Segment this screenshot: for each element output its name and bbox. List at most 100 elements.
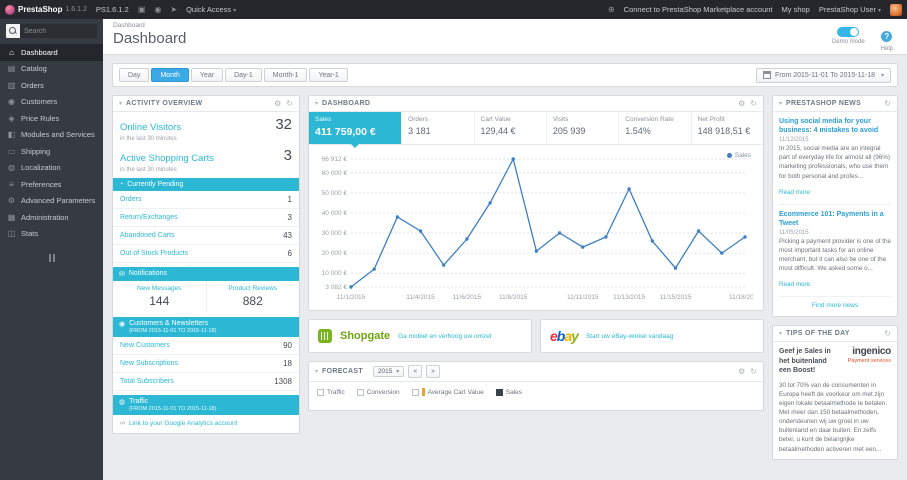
svg-text:11/13/2015: 11/13/2015 bbox=[613, 294, 645, 301]
sidebar-item-preferences[interactable]: ≡ Preferences bbox=[0, 176, 103, 193]
quick-access-menu[interactable]: Quick Access ▾ bbox=[186, 5, 236, 14]
sidebar-item-price-rules[interactable]: ◈ Price Rules bbox=[0, 110, 103, 127]
kpi-conversion-rate-tab[interactable]: Conversion Rate 1.54% bbox=[619, 112, 692, 144]
sidebar-item-customers[interactable]: ◉ Customers bbox=[0, 94, 103, 111]
prestashop-logo-icon bbox=[5, 4, 15, 15]
gear-icon[interactable]: ⚙ bbox=[738, 367, 745, 376]
date-range-picker[interactable]: From 2015-11-01 To 2015-11-18 ▾ bbox=[755, 67, 891, 83]
online-visitors-link[interactable]: Online Visitors bbox=[120, 122, 181, 133]
active-carts-link[interactable]: Active Shopping Carts bbox=[120, 153, 214, 164]
kpi-sales-tab[interactable]: Sales 411 759,00 € bbox=[309, 112, 403, 148]
user-avatar[interactable] bbox=[890, 3, 902, 16]
prestashop-logo[interactable]: PrestaShop 1.6.1.2 bbox=[5, 4, 87, 15]
sidebar-item-dashboard[interactable]: ⌂ Dashboard bbox=[0, 44, 103, 61]
pending-orders-row[interactable]: Orders 1 bbox=[113, 191, 299, 209]
breadcrumb[interactable]: Dashboard bbox=[113, 22, 897, 29]
customer-icon[interactable]: ◉ bbox=[154, 5, 161, 14]
kpi-cart-value-tab[interactable]: Cart Value 129,44 € bbox=[475, 112, 547, 144]
band-title: Traffic bbox=[129, 398, 149, 405]
stats-icon: ◫ bbox=[7, 229, 16, 239]
topbar-right: ⊕ Connect to PrestaShop Marketplace acco… bbox=[608, 3, 902, 16]
sidebar-item-shipping[interactable]: ▭ Shipping bbox=[0, 143, 103, 160]
product-reviews-cell[interactable]: Product Reviews 882 bbox=[207, 281, 300, 313]
legend-sales-checkbox[interactable]: Sales bbox=[495, 388, 522, 396]
sidebar-item-advanced-parameters[interactable]: ⚙ Advanced Parameters bbox=[0, 193, 103, 210]
news-article-title[interactable]: Ecommerce 101: Payments in a Tweet bbox=[779, 210, 891, 228]
search-input[interactable] bbox=[20, 24, 97, 38]
my-shop-link[interactable]: My shop bbox=[782, 5, 810, 14]
sidebar-item-label: Customers bbox=[21, 97, 58, 107]
kpi-visits-tab[interactable]: Visits 205 939 bbox=[547, 112, 620, 144]
read-more-link[interactable]: Read more bbox=[779, 189, 810, 196]
refresh-icon[interactable]: ↻ bbox=[286, 99, 293, 108]
shop-name-link[interactable]: PS1.6.1.2 bbox=[96, 5, 129, 14]
kpi-orders-tab[interactable]: Orders 3 181 bbox=[402, 112, 475, 144]
rocket-icon[interactable]: ➤ bbox=[170, 5, 177, 14]
pending-returns-row[interactable]: Return/Exchanges 3 bbox=[113, 209, 299, 227]
legend-conversion-checkbox[interactable]: Conversion bbox=[356, 388, 400, 396]
google-analytics-link[interactable]: ∞ Link to your Google Analytics account bbox=[113, 415, 299, 433]
news-article-title[interactable]: Using social media for your business: 4 … bbox=[779, 117, 891, 135]
help-icon[interactable]: ? bbox=[881, 31, 893, 42]
catalog-icon: ▤ bbox=[7, 64, 16, 74]
collapse-sidebar-button[interactable] bbox=[0, 250, 103, 266]
sidebar-item-label: Dashboard bbox=[21, 47, 58, 57]
find-more-news-link[interactable]: Find more news bbox=[779, 296, 891, 314]
new-customers-row[interactable]: New Customers 90 bbox=[113, 337, 299, 355]
forecast-prev-button[interactable]: « bbox=[408, 365, 423, 378]
kpi-net-profit-tab[interactable]: Net Profit 148 918,51 € bbox=[692, 112, 763, 144]
forecast-next-button[interactable]: » bbox=[426, 365, 441, 378]
sidebar-item-catalog[interactable]: ▤ Catalog bbox=[0, 61, 103, 78]
new-messages-cell[interactable]: New Messages 144 bbox=[113, 281, 207, 313]
period-day-1-button[interactable]: Day-1 bbox=[225, 68, 262, 82]
marketplace-connect-link[interactable]: Connect to PrestaShop Marketplace accoun… bbox=[624, 5, 773, 14]
total-subscribers-row[interactable]: Total Subscribers 1308 bbox=[113, 373, 299, 391]
sidebar-item-administration[interactable]: ▦ Administration bbox=[0, 209, 103, 226]
gear-icon[interactable]: ⚙ bbox=[274, 99, 281, 108]
sidebar-item-label: Stats bbox=[21, 229, 39, 239]
tip-headline: Geef je Sales in het buitenland een Boos… bbox=[779, 348, 831, 375]
period-year-button[interactable]: Year bbox=[190, 68, 224, 82]
kpi-value: 129,44 € bbox=[480, 126, 516, 136]
refresh-icon[interactable]: ↻ bbox=[884, 99, 891, 108]
refresh-icon[interactable]: ↻ bbox=[750, 367, 757, 376]
period-month-button[interactable]: Month bbox=[151, 68, 189, 82]
sidebar: ⌂ Dashboard ▤ Catalog ▥ Orders ◉ Custome… bbox=[0, 19, 103, 480]
sidebar-item-stats[interactable]: ◫ Stats bbox=[0, 226, 103, 243]
chevron-down-icon: ▾ bbox=[880, 72, 884, 79]
user-menu[interactable]: PrestaShop User ▾ bbox=[819, 5, 881, 14]
svg-text:3 082 €: 3 082 € bbox=[325, 284, 347, 291]
sidebar-item-orders[interactable]: ▥ Orders bbox=[0, 77, 103, 94]
sidebar-item-localization[interactable]: ◍ Localization bbox=[0, 160, 103, 177]
period-year-1-button[interactable]: Year-1 bbox=[309, 68, 348, 82]
legend-traffic-checkbox[interactable]: Traffic bbox=[317, 388, 345, 396]
period-buttons: Day Month Year Day-1 Month-1 Year-1 bbox=[119, 68, 348, 82]
active-carts-value: 3 bbox=[283, 147, 292, 164]
shopgate-promo-link[interactable]: Ga mobiel en verhoog uw omzet bbox=[398, 333, 492, 340]
demo-mode-toggle[interactable] bbox=[837, 27, 860, 37]
abandoned-carts-row[interactable]: Abandoned Carts 43 bbox=[113, 227, 299, 245]
row-value: 1 bbox=[287, 195, 292, 204]
refresh-icon[interactable]: ↻ bbox=[750, 99, 757, 108]
read-more-link[interactable]: Read more bbox=[779, 281, 810, 288]
sidebar-item-modules[interactable]: ◧ Modules and Services bbox=[0, 127, 103, 144]
news-article: Using social media for your business: 4 … bbox=[779, 117, 891, 199]
panel-title: FORECAST bbox=[322, 368, 363, 375]
row-label: Return/Exchanges bbox=[120, 214, 178, 221]
period-month-1-button[interactable]: Month-1 bbox=[263, 68, 308, 82]
forecast-year-select[interactable]: 2015 ▾ bbox=[372, 366, 405, 377]
refresh-icon[interactable]: ↻ bbox=[884, 329, 891, 338]
period-day-button[interactable]: Day bbox=[119, 68, 150, 82]
shop-cart-icon[interactable]: ▣ bbox=[138, 5, 146, 14]
search-icon[interactable] bbox=[6, 24, 20, 38]
out-of-stock-row[interactable]: Out of Stock Products 6 bbox=[113, 245, 299, 263]
customers-icon: ◉ bbox=[8, 97, 15, 107]
ebay-promo-link[interactable]: Start uw eBay-winkel vandaag bbox=[586, 333, 673, 340]
new-subscriptions-row[interactable]: New Subscriptions 18 bbox=[113, 355, 299, 373]
preferences-icon: ≡ bbox=[9, 179, 14, 189]
legend-average-cart-value-checkbox[interactable]: Average Cart Value bbox=[411, 388, 484, 396]
chart-legend: Sales bbox=[726, 152, 751, 159]
gear-icon[interactable]: ⚙ bbox=[738, 99, 745, 108]
bell-icon: ✉ bbox=[119, 271, 125, 278]
sales-line-chart[interactable]: 66 912 € 60 000 € 50 000 € 40 000 € 30 000 €… bbox=[313, 151, 762, 303]
